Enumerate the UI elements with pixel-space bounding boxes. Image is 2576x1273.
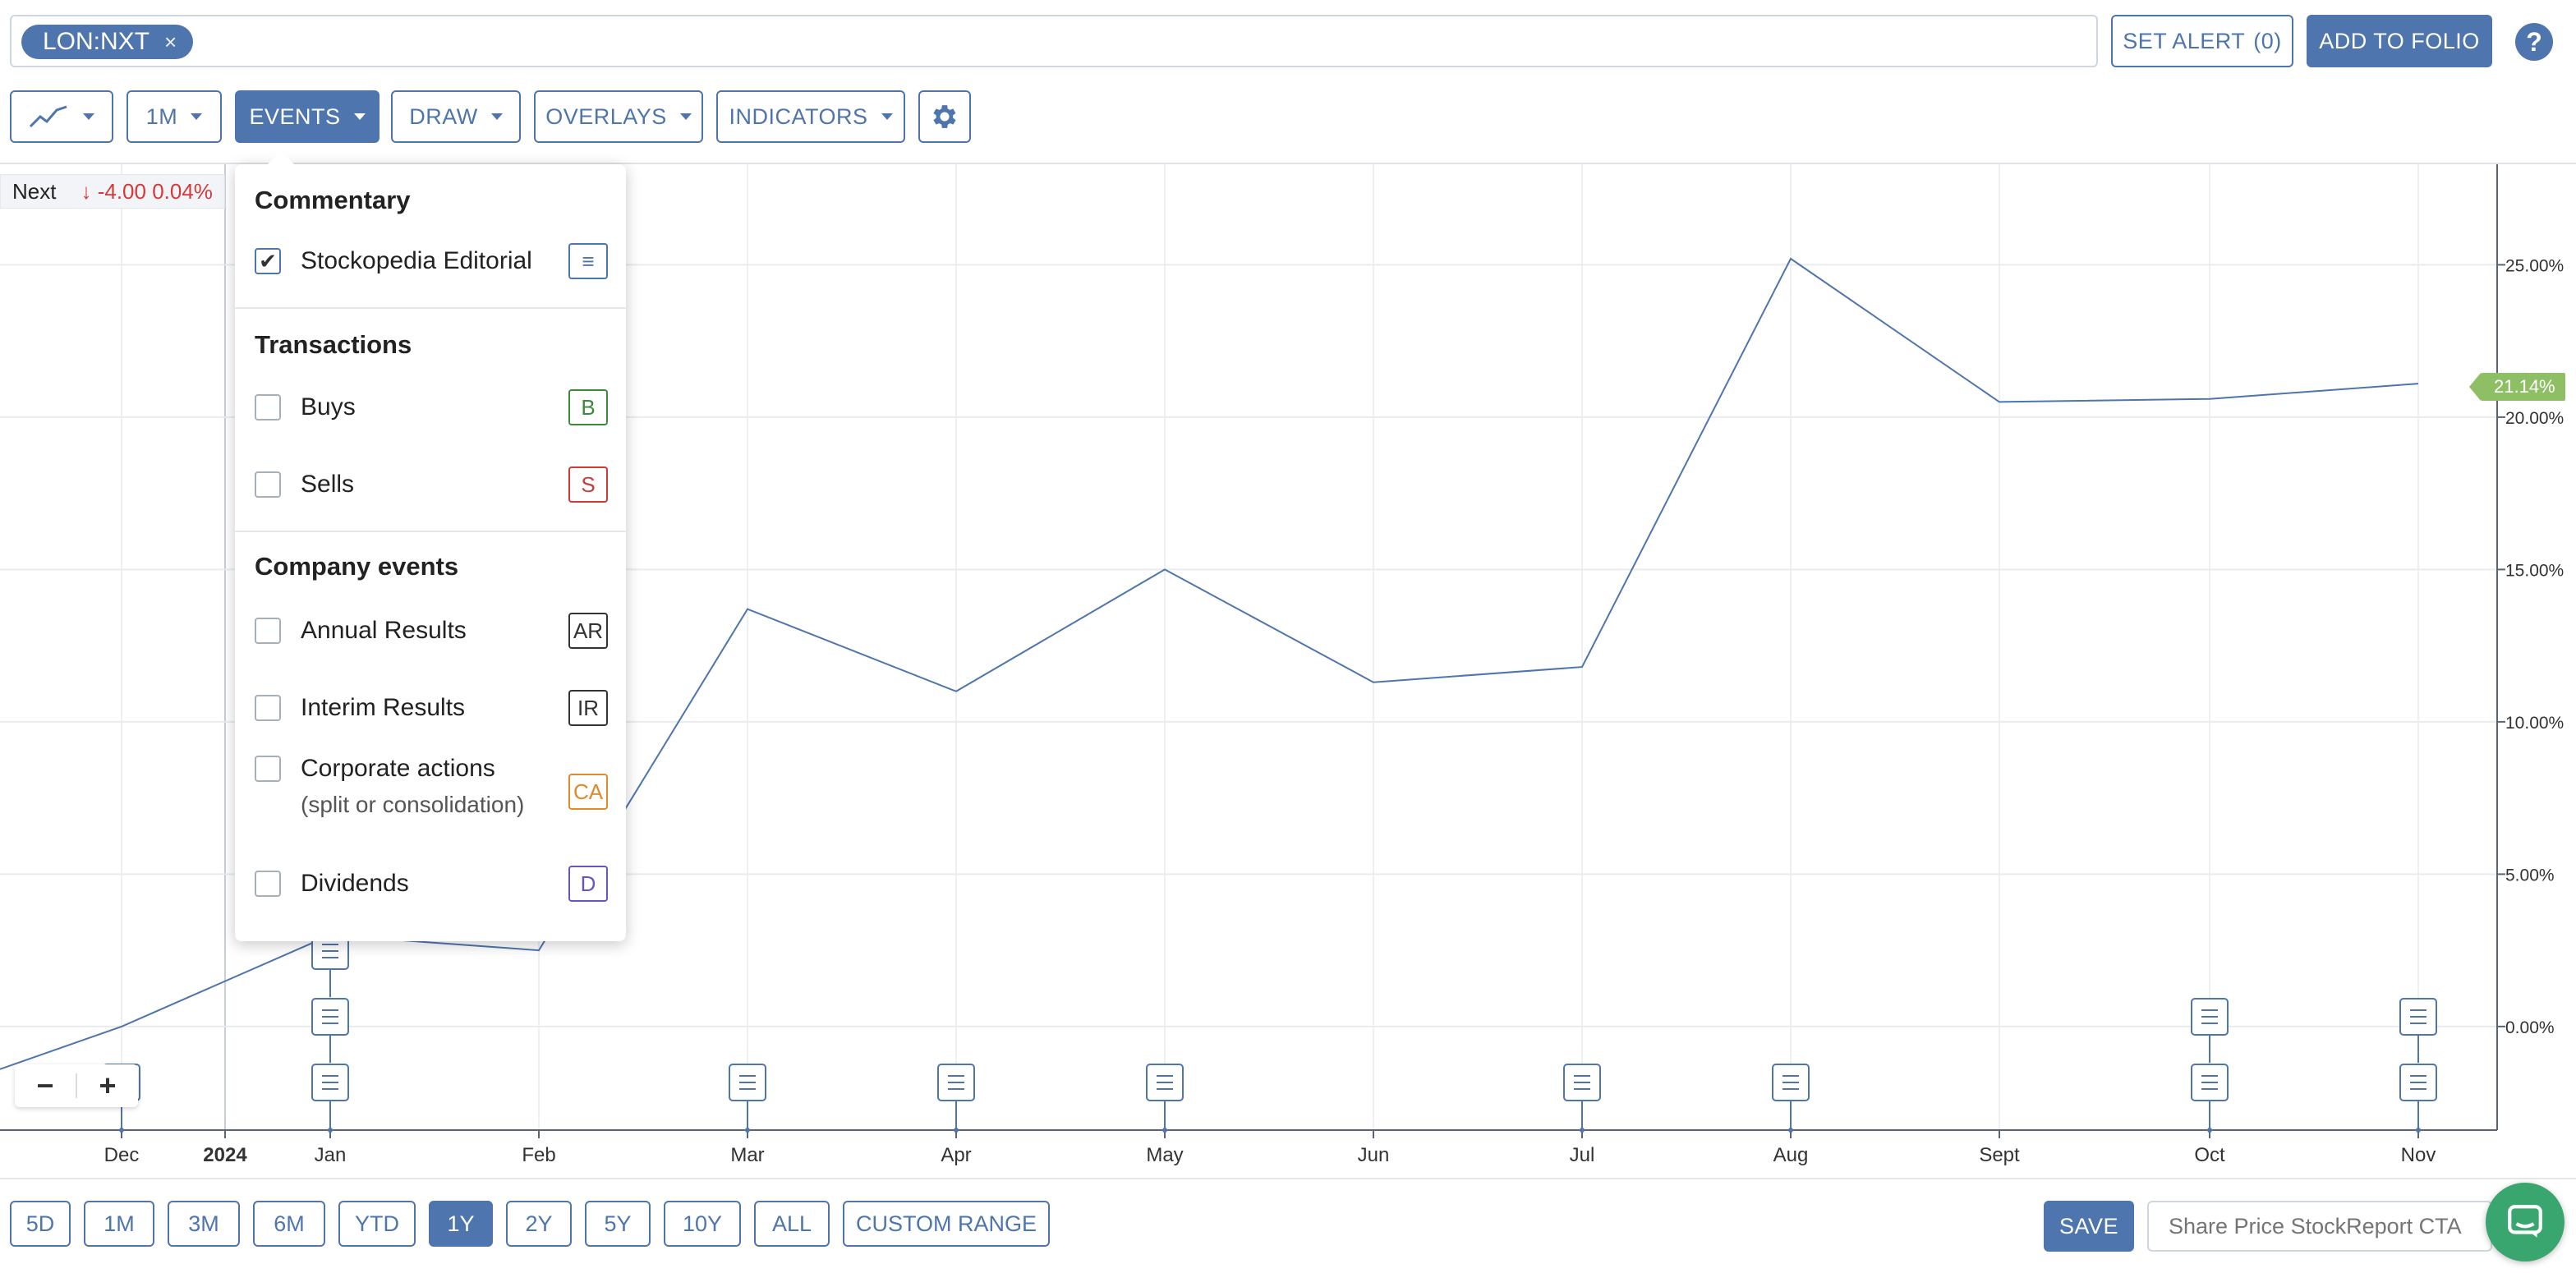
sells-badge-icon: S <box>568 466 608 503</box>
dividends-checkbox[interactable] <box>255 871 281 897</box>
range-button-3m[interactable]: 3M <box>168 1201 240 1247</box>
range-button-5y[interactable]: 5Y <box>585 1201 651 1247</box>
events-dropdown-panel: Commentary ✔ Stockopedia Editorial ≡ Tra… <box>235 151 626 941</box>
event-option-corporate-actions[interactable]: Corporate actions CA <box>255 755 608 810</box>
x-tick-label: Feb <box>522 1144 555 1166</box>
buys-label: Buys <box>301 393 356 421</box>
annual-results-label: Annual Results <box>301 617 467 644</box>
chat-bubble-icon <box>2508 1205 2542 1238</box>
series-change-pct: 0.04% <box>152 178 213 204</box>
editorial-badge-icon: ≡ <box>568 243 608 279</box>
x-tick-label: Aug <box>1773 1144 1809 1166</box>
event-marker-dot <box>119 1128 124 1133</box>
range-button-all[interactable]: ALL <box>754 1201 830 1247</box>
sells-label: Sells <box>301 471 355 498</box>
range-button-6m[interactable]: 6M <box>253 1201 325 1247</box>
section-divider <box>235 531 626 532</box>
range-button-10y[interactable]: 10Y <box>664 1201 741 1247</box>
corporate-actions-checkbox[interactable] <box>255 756 281 782</box>
x-tick-label: Sept <box>1979 1144 2020 1166</box>
chat-icon[interactable] <box>2486 1183 2564 1262</box>
event-option-dividends[interactable]: Dividends D <box>255 866 608 902</box>
editorial-checkbox[interactable]: ✔ <box>255 248 281 274</box>
transactions-heading: Transactions <box>255 330 412 359</box>
commentary-heading: Commentary <box>255 186 411 214</box>
range-button-custom-range[interactable]: CUSTOM RANGE <box>843 1201 1050 1247</box>
y-tick-label: 15.00% <box>2505 561 2564 580</box>
x-tick-label: 2024 <box>203 1144 247 1166</box>
x-tick-label: Nov <box>2401 1144 2436 1166</box>
event-marker-dot <box>745 1128 750 1133</box>
arrow-down-icon: ↓ <box>80 178 92 204</box>
x-tick-label: Apr <box>941 1144 971 1166</box>
share-price-cta-input[interactable] <box>2147 1201 2492 1252</box>
interim-results-checkbox[interactable] <box>255 695 281 721</box>
x-tick-label: Dec <box>104 1144 140 1166</box>
range-button-1y[interactable]: 1Y <box>429 1201 493 1247</box>
dividends-badge-icon: D <box>568 866 608 902</box>
zoom-control: − + <box>15 1064 138 1107</box>
event-option-interim-results[interactable]: Interim Results IR <box>255 690 608 726</box>
x-tick-label: Jan <box>315 1144 347 1166</box>
x-tick-label: Jul <box>1570 1144 1595 1166</box>
event-marker-dot <box>1580 1128 1585 1133</box>
range-button-ytd[interactable]: YTD <box>338 1201 416 1247</box>
event-option-sells[interactable]: Sells S <box>255 466 608 503</box>
company-events-heading: Company events <box>255 552 459 581</box>
editorial-label: Stockopedia Editorial <box>301 247 532 274</box>
range-button-5d[interactable]: 5D <box>10 1201 71 1247</box>
zoom-in-button[interactable]: + <box>77 1064 138 1107</box>
x-tick-label: Oct <box>2194 1144 2225 1166</box>
sells-checkbox[interactable] <box>255 471 281 498</box>
y-tick-label: 0.00% <box>2505 1018 2555 1037</box>
event-marker-dot <box>2207 1128 2212 1133</box>
series-name: Next <box>12 178 57 204</box>
event-marker-dot <box>954 1128 959 1133</box>
event-marker-dot <box>1162 1128 1167 1133</box>
annual-results-badge-icon: AR <box>568 613 608 649</box>
buys-checkbox[interactable] <box>255 394 281 421</box>
last-value-badge: 21.14% <box>2469 373 2565 401</box>
series-legend: Next ↓ -4.00 0.04% <box>0 174 225 209</box>
section-divider <box>235 307 626 309</box>
zoom-out-button[interactable]: − <box>15 1064 76 1107</box>
range-button-1m[interactable]: 1M <box>84 1201 154 1247</box>
range-button-2y[interactable]: 2Y <box>506 1201 572 1247</box>
series-change: ↓ -4.00 0.04% <box>80 179 212 205</box>
dividends-label: Dividends <box>301 870 409 897</box>
event-marker-dot <box>1788 1128 1793 1133</box>
event-option-buys[interactable]: Buys B <box>255 389 608 425</box>
y-tick-label: 5.00% <box>2505 866 2555 885</box>
event-option-editorial[interactable]: ✔ Stockopedia Editorial ≡ <box>255 243 608 279</box>
x-tick-label: Jun <box>1358 1144 1390 1166</box>
y-tick-label: 20.00% <box>2505 409 2564 428</box>
corporate-actions-label: Corporate actions <box>301 755 495 782</box>
x-tick-label: May <box>1146 1144 1183 1166</box>
corporate-actions-badge-icon: CA <box>568 774 608 810</box>
event-marker-dot <box>328 1128 333 1133</box>
event-marker-dot <box>2416 1128 2421 1133</box>
corporate-actions-sublabel: (split or consolidation) <box>301 792 525 817</box>
series-change-value: -4.00 <box>97 178 146 204</box>
event-option-annual-results[interactable]: Annual Results AR <box>255 613 608 649</box>
annual-results-checkbox[interactable] <box>255 618 281 644</box>
x-tick-label: Mar <box>730 1144 764 1166</box>
footer-rule <box>0 1178 2576 1179</box>
interim-results-label: Interim Results <box>301 694 466 721</box>
y-tick-label: 25.00% <box>2505 256 2564 275</box>
save-button[interactable]: SAVE <box>2044 1201 2134 1252</box>
y-tick-label: 10.00% <box>2505 714 2564 733</box>
buys-badge-icon: B <box>568 389 608 425</box>
interim-results-badge-icon: IR <box>568 690 608 726</box>
